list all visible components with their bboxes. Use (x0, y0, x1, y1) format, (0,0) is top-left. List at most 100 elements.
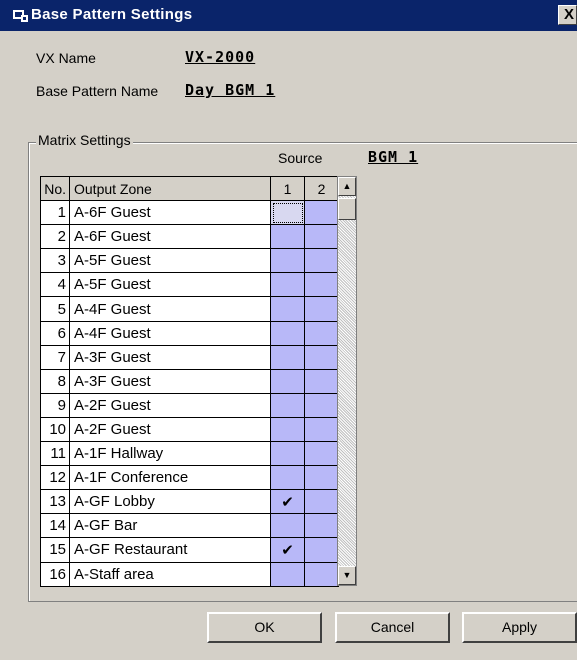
vx-name-label: VX Name (36, 50, 96, 66)
table-row: 7 A-3F Guest (40, 344, 339, 370)
output-zone-name: A-Staff area (69, 561, 271, 587)
table-header-row: No. Output Zone 1 2 (40, 175, 339, 202)
row-number: 3 (40, 248, 70, 274)
matrix-cell-source-2[interactable] (304, 320, 339, 346)
matrix-cell-source-2[interactable] (304, 489, 339, 515)
table-row: 5 A-4F Guest (40, 296, 339, 322)
app-icon (13, 10, 28, 22)
table-row: 15 A-GF Restaurant ✔ (40, 537, 339, 563)
base-pattern-name-label: Base Pattern Name (36, 83, 159, 99)
row-number: 6 (40, 320, 70, 346)
output-zone-name: A-GF Bar (69, 513, 271, 539)
output-zone-name: A-5F Guest (69, 272, 271, 298)
table-row: 4 A-5F Guest (40, 272, 339, 298)
matrix-cell-source-1[interactable] (270, 561, 305, 587)
matrix-cell-source-2[interactable] (304, 200, 339, 226)
output-zone-name: A-1F Conference (69, 465, 271, 491)
output-zone-name: A-GF Lobby (69, 489, 271, 515)
matrix-cell-source-1[interactable] (270, 344, 305, 370)
table-row: 1 A-6F Guest (40, 200, 339, 226)
matrix-cell-source-1[interactable] (270, 441, 305, 467)
window-title: Base Pattern Settings (31, 6, 193, 23)
apply-button[interactable]: Apply (462, 612, 577, 643)
output-zone-name: A-4F Guest (69, 320, 271, 346)
base-pattern-settings-dialog: Base Pattern Settings X VX Name VX-2000 … (0, 0, 577, 660)
matrix-cell-source-2[interactable] (304, 537, 339, 563)
matrix-cell-source-2[interactable] (304, 561, 339, 587)
matrix-cell-source-1[interactable] (270, 392, 305, 418)
output-zone-name: A-6F Guest (69, 224, 271, 250)
matrix-cell-source-1[interactable] (270, 416, 305, 443)
matrix-cell-source-1[interactable] (270, 248, 305, 274)
matrix-cell-source-1[interactable] (270, 296, 305, 322)
matrix-cell-source-2[interactable] (304, 513, 339, 539)
matrix-cell-source-1[interactable] (270, 224, 305, 250)
row-number: 12 (40, 465, 70, 491)
matrix-cell-source-2[interactable] (304, 272, 339, 298)
matrix-cell-source-1[interactable] (270, 320, 305, 346)
row-number: 13 (40, 489, 70, 515)
output-zone-name: A-4F Guest (69, 296, 271, 322)
vertical-scrollbar[interactable]: ▲ ▼ (337, 176, 357, 586)
output-zone-name: A-2F Guest (69, 416, 271, 443)
table-row: 11 A-1F Hallway (40, 441, 339, 467)
output-zone-name: A-3F Guest (69, 344, 271, 370)
table-row: 13 A-GF Lobby ✔ (40, 489, 339, 515)
row-number: 16 (40, 561, 70, 587)
row-number: 14 (40, 513, 70, 539)
matrix-cell-source-1[interactable] (270, 465, 305, 491)
column-header-source-1[interactable]: 1 (270, 175, 305, 202)
matrix-settings-label: Matrix Settings (36, 132, 133, 148)
matrix-cell-source-1[interactable] (270, 272, 305, 298)
matrix-cell-source-2[interactable] (304, 465, 339, 491)
row-number: 5 (40, 296, 70, 322)
table-row: 2 A-6F Guest (40, 224, 339, 250)
matrix-cell-source-1[interactable]: ✔ (270, 537, 305, 563)
row-number: 7 (40, 344, 70, 370)
row-number: 4 (40, 272, 70, 298)
table-row: 6 A-4F Guest (40, 320, 339, 346)
matrix-table: No. Output Zone 1 2 1 A-6F Guest 2 A-6F Gue… (40, 175, 339, 587)
matrix-cell-source-2[interactable] (304, 248, 339, 274)
base-pattern-name-value: Day BGM 1 (185, 81, 276, 99)
matrix-cell-source-1[interactable]: ✔ (270, 489, 305, 515)
scroll-down-arrow-icon[interactable]: ▼ (338, 566, 356, 585)
source-label: Source (278, 150, 323, 166)
matrix-cell-source-1[interactable] (270, 513, 305, 539)
column-header-output-zone: Output Zone (69, 175, 271, 202)
cancel-button[interactable]: Cancel (335, 612, 450, 643)
row-number: 10 (40, 416, 70, 443)
matrix-cell-source-2[interactable] (304, 344, 339, 370)
title-bar[interactable]: Base Pattern Settings X (0, 0, 577, 31)
ok-button[interactable]: OK (207, 612, 322, 643)
output-zone-name: A-2F Guest (69, 392, 271, 418)
output-zone-name: A-5F Guest (69, 248, 271, 274)
matrix-cell-source-2[interactable] (304, 224, 339, 250)
output-zone-name: A-6F Guest (69, 200, 271, 226)
matrix-cell-source-2[interactable] (304, 416, 339, 443)
scrollbar-thumb[interactable] (338, 198, 356, 220)
table-row: 9 A-2F Guest (40, 392, 339, 418)
output-zone-name: A-3F Guest (69, 368, 271, 394)
row-number: 9 (40, 392, 70, 418)
matrix-cell-source-2[interactable] (304, 296, 339, 322)
matrix-cell-source-2[interactable] (304, 392, 339, 418)
table-row: 10 A-2F Guest (40, 416, 339, 443)
row-number: 8 (40, 368, 70, 394)
close-icon: X (563, 6, 574, 23)
vx-name-value: VX-2000 (185, 48, 256, 66)
output-zone-name: A-1F Hallway (69, 441, 271, 467)
scroll-up-arrow-icon[interactable]: ▲ (338, 177, 356, 196)
table-row: 12 A-1F Conference (40, 465, 339, 491)
row-number: 11 (40, 441, 70, 467)
matrix-cell-source-1[interactable] (270, 200, 305, 226)
row-number: 1 (40, 200, 70, 226)
close-button[interactable]: X (558, 5, 577, 25)
output-zone-name: A-GF Restaurant (69, 537, 271, 563)
column-header-source-2[interactable]: 2 (304, 175, 339, 202)
table-row: 16 A-Staff area (40, 561, 339, 587)
matrix-cell-source-1[interactable] (270, 368, 305, 394)
column-header-no: No. (40, 175, 70, 202)
matrix-cell-source-2[interactable] (304, 441, 339, 467)
matrix-cell-source-2[interactable] (304, 368, 339, 394)
